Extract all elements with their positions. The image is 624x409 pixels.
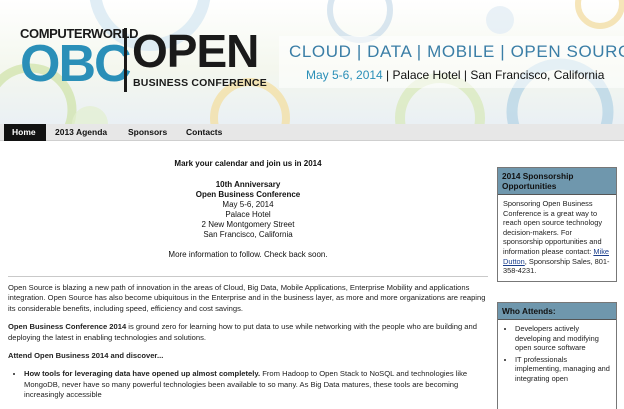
event-date: May 5-6, 2014	[222, 200, 274, 209]
attendee-list: Developers actively developing and modif…	[515, 324, 611, 384]
nav-2013-agenda[interactable]: 2013 Agenda	[47, 124, 115, 141]
more-info-note: More information to follow. Check back s…	[168, 250, 328, 259]
headline: Mark your calendar and join us in 2014	[174, 159, 322, 168]
conference-paragraph: Open Business Conference 2014 is ground …	[8, 322, 488, 343]
who-attends-box: Who Attends: Developers actively develop…	[497, 302, 617, 409]
sponsorship-title: 2014 Sponsorship Opportunities	[498, 168, 616, 195]
conference-name: Open Business Conference	[195, 190, 301, 199]
event-details: May 5-6, 2014 | Palace Hotel | San Franc…	[306, 68, 604, 82]
sponsorship-box-wrapper: 2014 Sponsorship Opportunities Sponsorin…	[497, 167, 617, 282]
list-item: IT professionals implementing, managing …	[515, 355, 611, 384]
intro-paragraph: Open Source is blazing a new path of inn…	[8, 283, 486, 313]
list-item: How tools for leveraging data have opene…	[24, 369, 488, 400]
main-content: Mark your calendar and join us in 2014 1…	[8, 146, 488, 409]
sponsorship-body: Sponsoring Open Business Conference is a…	[498, 195, 616, 281]
obc-logo[interactable]: COMPUTERWORLD OBC OPEN BUSINESS CONFEREN…	[20, 26, 270, 96]
benefits-list: How tools for leveraging data have opene…	[24, 369, 488, 400]
header-banner: COMPUTERWORLD OBC OPEN BUSINESS CONFEREN…	[0, 0, 624, 124]
sponsorship-box: 2014 Sponsorship Opportunities Sponsorin…	[497, 167, 617, 282]
list-item: Developers actively developing and modif…	[515, 324, 611, 353]
nav-home[interactable]: Home	[4, 124, 46, 141]
who-attends-title: Who Attends:	[498, 303, 616, 320]
event-street: 2 New Montgomery Street	[201, 220, 295, 229]
event-hotel: Palace Hotel	[225, 210, 271, 219]
obc-acronym: OBC	[20, 35, 132, 93]
sponsorship-text: Sponsoring Open Business Conference is a…	[503, 199, 603, 256]
event-venue: | Palace Hotel | San Francisco, Californ…	[382, 68, 605, 82]
bullet-strong: How tools for leveraging data have opene…	[24, 369, 261, 379]
who-attends-body: Developers actively developing and modif…	[498, 320, 616, 391]
main-nav: Home 2013 Agenda Sponsors Contacts	[0, 124, 624, 141]
open-wordmark: OPEN	[132, 25, 259, 77]
event-announcement: Mark your calendar and join us in 2014 1…	[8, 159, 488, 260]
nav-sponsors[interactable]: Sponsors	[120, 124, 175, 141]
content-divider	[8, 276, 488, 277]
event-city: San Francisco, California	[203, 230, 293, 239]
event-dates: May 5-6, 2014	[306, 68, 383, 82]
business-conference-wordmark: BUSINESS CONFERENCE	[133, 77, 267, 89]
logo-divider	[124, 28, 127, 92]
attend-heading: Attend Open Business 2014 and discover..…	[8, 351, 164, 361]
nav-contacts[interactable]: Contacts	[178, 124, 230, 141]
conference-name-strong: Open Business Conference 2014	[8, 322, 127, 332]
body-copy: Open Source is blazing a new path of inn…	[8, 283, 488, 405]
tagline: CLOUD | DATA | MOBILE | OPEN SOURCE	[289, 42, 624, 61]
anniversary: 10th Anniversary	[215, 180, 281, 189]
